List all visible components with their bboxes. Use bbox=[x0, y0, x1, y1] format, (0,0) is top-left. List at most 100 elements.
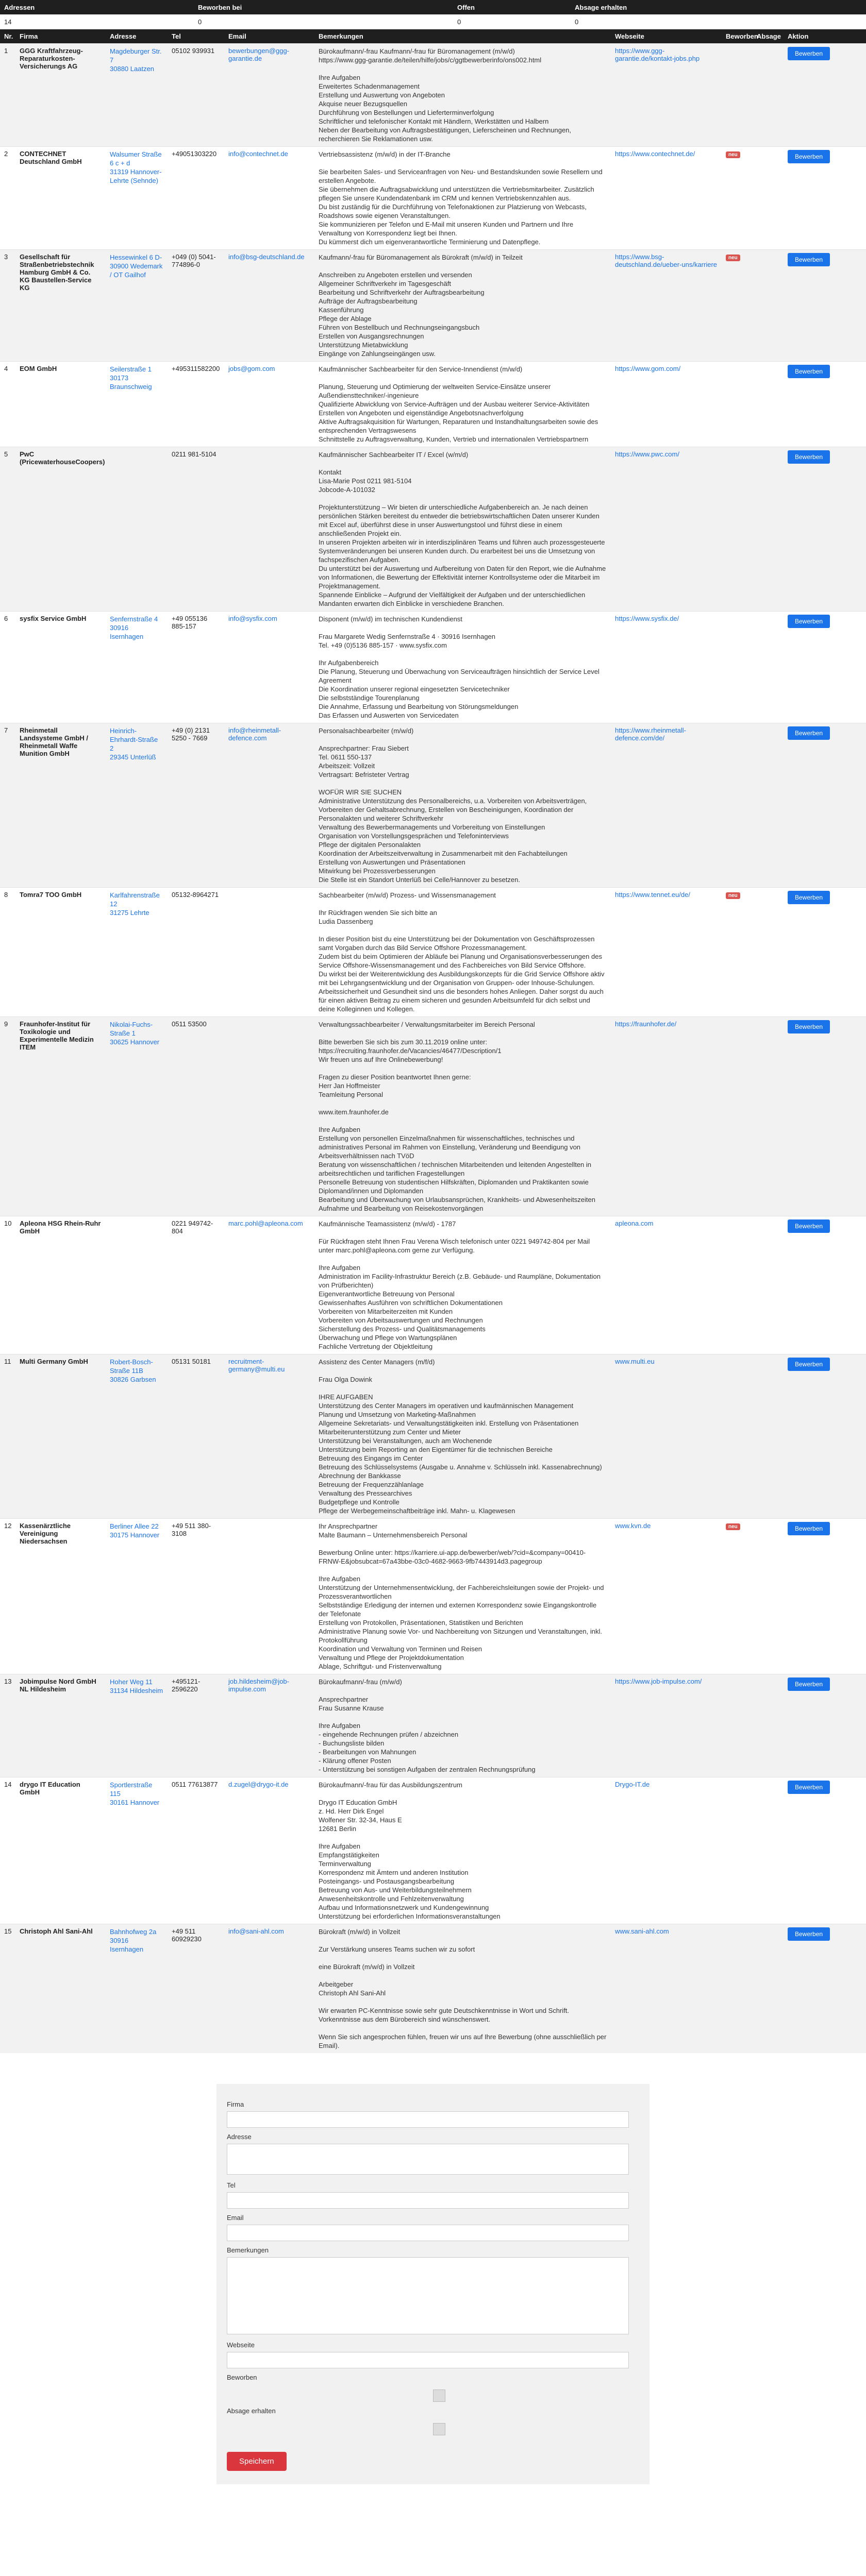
row-webseite[interactable]: apleona.com bbox=[611, 1216, 722, 1354]
row-email[interactable] bbox=[224, 447, 314, 612]
row-adresse[interactable]: Hessewinkel 6 D-30900 Wedemark / OT Gail… bbox=[106, 249, 168, 362]
save-button[interactable]: Speichern bbox=[227, 2452, 287, 2471]
bewerben-button[interactable]: Bewerben bbox=[788, 47, 830, 60]
row-webseite[interactable]: https://www.bsg-deutschland.de/ueber-uns… bbox=[611, 249, 722, 362]
absage-checkbox[interactable] bbox=[433, 2423, 445, 2435]
row-number: 2 bbox=[0, 146, 15, 250]
tel-input[interactable] bbox=[227, 2192, 629, 2209]
row-email[interactable]: info@contechnet.de bbox=[224, 146, 314, 250]
row-webseite[interactable]: https://www.job-impulse.com/ bbox=[611, 1674, 722, 1777]
website-link[interactable]: www.multi.eu bbox=[615, 1358, 655, 1365]
bewerben-button[interactable]: Bewerben bbox=[788, 891, 830, 904]
website-link[interactable]: apleona.com bbox=[615, 1219, 653, 1227]
website-link[interactable]: www.kvn.de bbox=[615, 1522, 651, 1530]
website-link[interactable]: Drygo-IT.de bbox=[615, 1781, 649, 1788]
bewerben-button[interactable]: Bewerben bbox=[788, 150, 830, 163]
bewerben-button[interactable]: Bewerben bbox=[788, 1358, 830, 1371]
email-link[interactable]: info@rheinmetall-defence.com bbox=[228, 726, 281, 742]
row-adresse[interactable]: Nikolai-Fuchs-Straße 1 30625 Hannover bbox=[106, 1016, 168, 1216]
row-email[interactable]: info@bsg-deutschland.de bbox=[224, 249, 314, 362]
row-webseite[interactable]: https://www.sysfix.de/ bbox=[611, 611, 722, 723]
row-adresse[interactable]: Walsumer Straße 6 c + d 31319 Hannover-L… bbox=[106, 146, 168, 250]
row-adresse[interactable]: Robert-Bosch-Straße 11B 30826 Garbsen bbox=[106, 1354, 168, 1519]
row-email[interactable]: jobs@gom.com bbox=[224, 361, 314, 447]
row-webseite[interactable]: https://www.tennet.eu/de/ bbox=[611, 887, 722, 1017]
email-link[interactable]: recruitment-germany@multi.eu bbox=[228, 1358, 285, 1373]
website-link[interactable]: https://www.sysfix.de/ bbox=[615, 615, 679, 622]
row-tel: 05131 50181 bbox=[168, 1354, 224, 1519]
website-link[interactable]: https://fraunhofer.de/ bbox=[615, 1020, 676, 1028]
row-email[interactable]: recruitment-germany@multi.eu bbox=[224, 1354, 314, 1519]
email-link[interactable]: jobs@gom.com bbox=[228, 365, 275, 372]
bewerben-button[interactable]: Bewerben bbox=[788, 1219, 830, 1233]
row-adresse[interactable]: Senfernstraße 4 30916 Isernhagen bbox=[106, 611, 168, 723]
bewerben-button[interactable]: Bewerben bbox=[788, 1781, 830, 1794]
website-link[interactable]: https://www.bsg-deutschland.de/ueber-uns… bbox=[615, 253, 717, 268]
bewerben-button[interactable]: Bewerben bbox=[788, 726, 830, 740]
bewerben-button[interactable]: Bewerben bbox=[788, 615, 830, 628]
bewerben-button[interactable]: Bewerben bbox=[788, 1522, 830, 1535]
row-webseite[interactable]: Drygo-IT.de bbox=[611, 1777, 722, 1924]
row-adresse[interactable]: Magdeburger Str. 7 30880 Laatzen bbox=[106, 43, 168, 147]
website-link[interactable]: https://www.pwc.com/ bbox=[615, 450, 679, 458]
row-adresse[interactable]: Bahnhofweg 2a 30916 Isernhagen bbox=[106, 1924, 168, 2053]
row-webseite[interactable]: https://www.pwc.com/ bbox=[611, 447, 722, 612]
row-email[interactable]: info@sani-ahl.com bbox=[224, 1924, 314, 2053]
firma-input[interactable] bbox=[227, 2111, 629, 2128]
adresse-input[interactable] bbox=[227, 2144, 629, 2175]
bemerkungen-input[interactable] bbox=[227, 2257, 629, 2334]
row-webseite[interactable]: www.multi.eu bbox=[611, 1354, 722, 1519]
email-link[interactable]: d.zugel@drygo-it.de bbox=[228, 1781, 289, 1788]
row-email[interactable]: info@rheinmetall-defence.com bbox=[224, 723, 314, 888]
row-email[interactable] bbox=[224, 887, 314, 1017]
row-action: Bewerben bbox=[784, 146, 866, 250]
email-link[interactable]: bewerbungen@ggg-garantie.de bbox=[228, 47, 289, 62]
website-link[interactable]: https://www.ggg-garantie.de/kontakt-jobs… bbox=[615, 47, 700, 62]
website-link[interactable]: https://www.rheinmetall-defence.com/de/ bbox=[615, 726, 686, 742]
row-email[interactable]: bewerbungen@ggg-garantie.de bbox=[224, 43, 314, 147]
bewerben-button[interactable]: Bewerben bbox=[788, 253, 830, 266]
email-link[interactable]: marc.pohl@apleona.com bbox=[228, 1219, 303, 1227]
email-link[interactable]: info@bsg-deutschland.de bbox=[228, 253, 305, 261]
row-webseite[interactable]: https://www.contechnet.de/ bbox=[611, 146, 722, 250]
website-link[interactable]: https://www.job-impulse.com/ bbox=[615, 1677, 702, 1685]
website-link[interactable]: www.sani-ahl.com bbox=[615, 1927, 669, 1935]
row-email[interactable] bbox=[224, 1016, 314, 1216]
email-input[interactable] bbox=[227, 2225, 629, 2241]
row-adresse[interactable]: Hoher Weg 11 31134 Hildesheim bbox=[106, 1674, 168, 1777]
row-adresse[interactable] bbox=[106, 447, 168, 612]
row-email[interactable] bbox=[224, 1518, 314, 1674]
row-adresse[interactable]: Sportlerstraße 115 30161 Hannover bbox=[106, 1777, 168, 1924]
webseite-input[interactable] bbox=[227, 2352, 629, 2368]
row-number: 15 bbox=[0, 1924, 15, 2053]
row-adresse[interactable]: Heinrich-Ehrhardt-Straße 2 29345 Unterlü… bbox=[106, 723, 168, 888]
row-action: Bewerben bbox=[784, 447, 866, 612]
row-webseite[interactable]: www.sani-ahl.com bbox=[611, 1924, 722, 2053]
row-email[interactable]: marc.pohl@apleona.com bbox=[224, 1216, 314, 1354]
bewerben-button[interactable]: Bewerben bbox=[788, 1020, 830, 1033]
email-link[interactable]: info@sysfix.com bbox=[228, 615, 277, 622]
bewerben-button[interactable]: Bewerben bbox=[788, 450, 830, 464]
row-webseite[interactable]: www.kvn.de bbox=[611, 1518, 722, 1674]
website-link[interactable]: https://www.tennet.eu/de/ bbox=[615, 891, 690, 899]
email-link[interactable]: job.hildesheim@job-impulse.com bbox=[228, 1677, 289, 1693]
row-email[interactable]: info@sysfix.com bbox=[224, 611, 314, 723]
row-email[interactable]: d.zugel@drygo-it.de bbox=[224, 1777, 314, 1924]
beworben-checkbox[interactable] bbox=[433, 2389, 445, 2402]
bewerben-button[interactable]: Bewerben bbox=[788, 365, 830, 378]
row-adresse[interactable] bbox=[106, 1216, 168, 1354]
row-webseite[interactable]: https://www.rheinmetall-defence.com/de/ bbox=[611, 723, 722, 888]
website-link[interactable]: https://www.contechnet.de/ bbox=[615, 150, 695, 158]
row-adresse[interactable]: Seilerstraße 1 30173 Braunschweig bbox=[106, 361, 168, 447]
row-webseite[interactable]: https://www.gom.com/ bbox=[611, 361, 722, 447]
bewerben-button[interactable]: Bewerben bbox=[788, 1677, 830, 1691]
row-email[interactable]: job.hildesheim@job-impulse.com bbox=[224, 1674, 314, 1777]
row-webseite[interactable]: https://fraunhofer.de/ bbox=[611, 1016, 722, 1216]
row-adresse[interactable]: Karlfahrenstraße 12 31275 Lehrte bbox=[106, 887, 168, 1017]
row-webseite[interactable]: https://www.ggg-garantie.de/kontakt-jobs… bbox=[611, 43, 722, 147]
row-adresse[interactable]: Berliner Allee 22 30175 Hannover bbox=[106, 1518, 168, 1674]
email-link[interactable]: info@sani-ahl.com bbox=[228, 1927, 284, 1935]
email-link[interactable]: info@contechnet.de bbox=[228, 150, 288, 158]
website-link[interactable]: https://www.gom.com/ bbox=[615, 365, 680, 372]
bewerben-button[interactable]: Bewerben bbox=[788, 1927, 830, 1941]
